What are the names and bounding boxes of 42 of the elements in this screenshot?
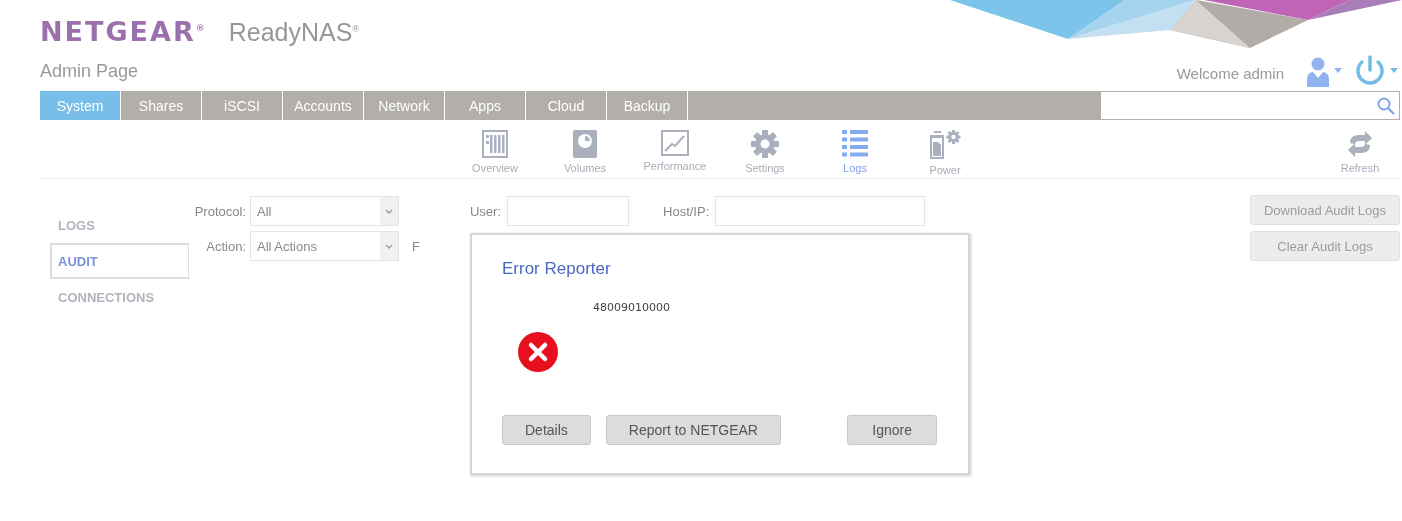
side-menu-item[interactable]: CONNECTIONS <box>50 279 180 315</box>
toolbar-button[interactable]: Volumes <box>540 130 630 178</box>
line-chart-icon <box>661 130 689 156</box>
netgear-logo: NETGEAR$^{®}$ <box>40 16 207 47</box>
chevron-down-icon <box>385 208 393 214</box>
side-menu-item[interactable]: AUDIT <box>50 243 190 279</box>
user-field[interactable] <box>507 196 629 226</box>
refresh-button[interactable]: Refresh <box>1330 130 1390 178</box>
page-subtitle: Admin Page <box>40 61 139 83</box>
filter-label: Host/IP: <box>663 203 710 219</box>
toolbar-button[interactable]: Logs <box>810 130 900 178</box>
side-menu-item[interactable]: LOGS <box>50 207 180 243</box>
filter-dropdown[interactable]: All <box>250 196 399 226</box>
server-icon <box>482 130 508 158</box>
filter-dropdown[interactable]: All Actions <box>250 231 399 261</box>
chevron-down-icon <box>385 243 393 249</box>
filter-label: Protocol: <box>193 203 246 219</box>
error-icon <box>517 331 559 373</box>
settings-icon <box>751 130 779 158</box>
user-menu-icon[interactable] <box>1306 57 1344 87</box>
filter-label: F <box>412 238 420 254</box>
toolbar-button[interactable]: Overview <box>450 130 540 178</box>
search-field[interactable] <box>1100 91 1400 120</box>
filter-label: Action: <box>205 238 246 254</box>
toolbar-button[interactable]: Performance <box>630 130 720 178</box>
dialog-button[interactable]: Report to NETGEAR <box>605 415 781 445</box>
toolbar-button[interactable]: Power <box>900 130 990 178</box>
welcome-text: Welcome admin <box>1176 65 1284 84</box>
host-field[interactable] <box>715 196 926 226</box>
power-menu-icon[interactable] <box>1354 55 1400 87</box>
search-icon[interactable] <box>1377 96 1395 115</box>
dialog-title: Error Reporter <box>502 259 612 279</box>
document-gear-icon <box>928 130 962 160</box>
list-icon <box>842 130 868 158</box>
refresh-icon <box>1347 130 1373 158</box>
product-name: ReadyNAS$^{®}$ <box>228 18 360 47</box>
toolbar-button[interactable]: Settings <box>720 130 810 178</box>
error-code: 48009010000 <box>593 301 670 316</box>
dialog-button[interactable]: Ignore <box>847 415 937 445</box>
dialog-button[interactable]: Details <box>502 415 591 445</box>
filter-label: User: <box>469 203 501 219</box>
nav-tab[interactable]: System <box>40 91 121 120</box>
